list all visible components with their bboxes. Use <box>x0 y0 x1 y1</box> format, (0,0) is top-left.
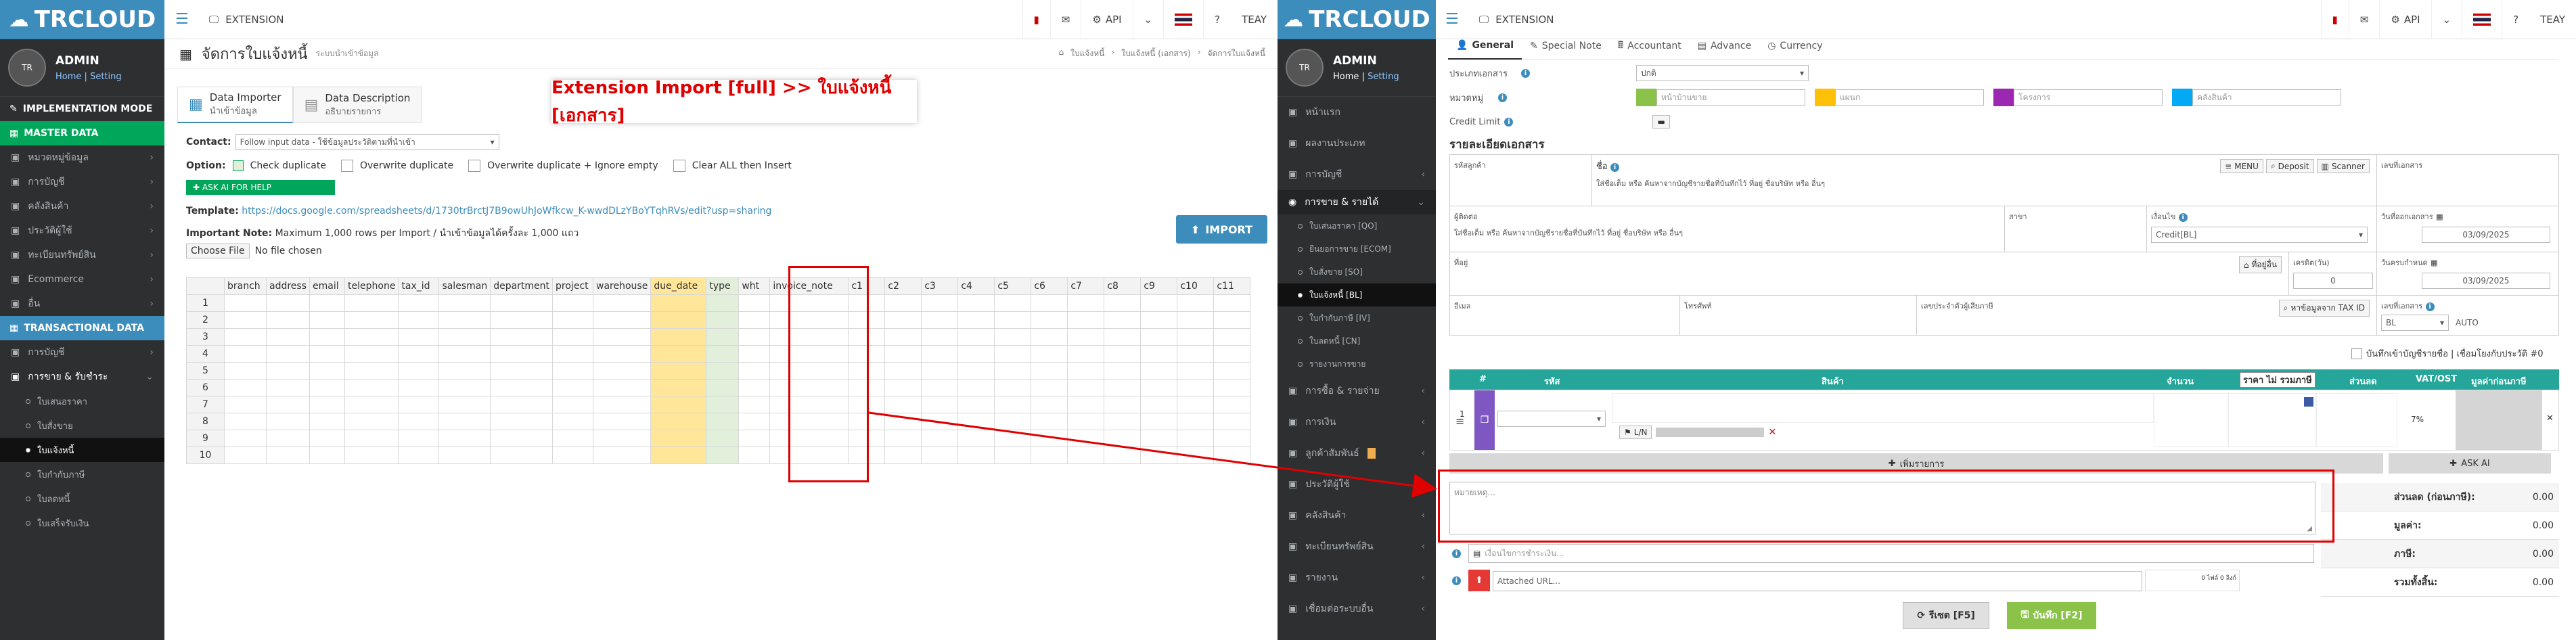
annotation-arrow <box>868 411 1437 498</box>
